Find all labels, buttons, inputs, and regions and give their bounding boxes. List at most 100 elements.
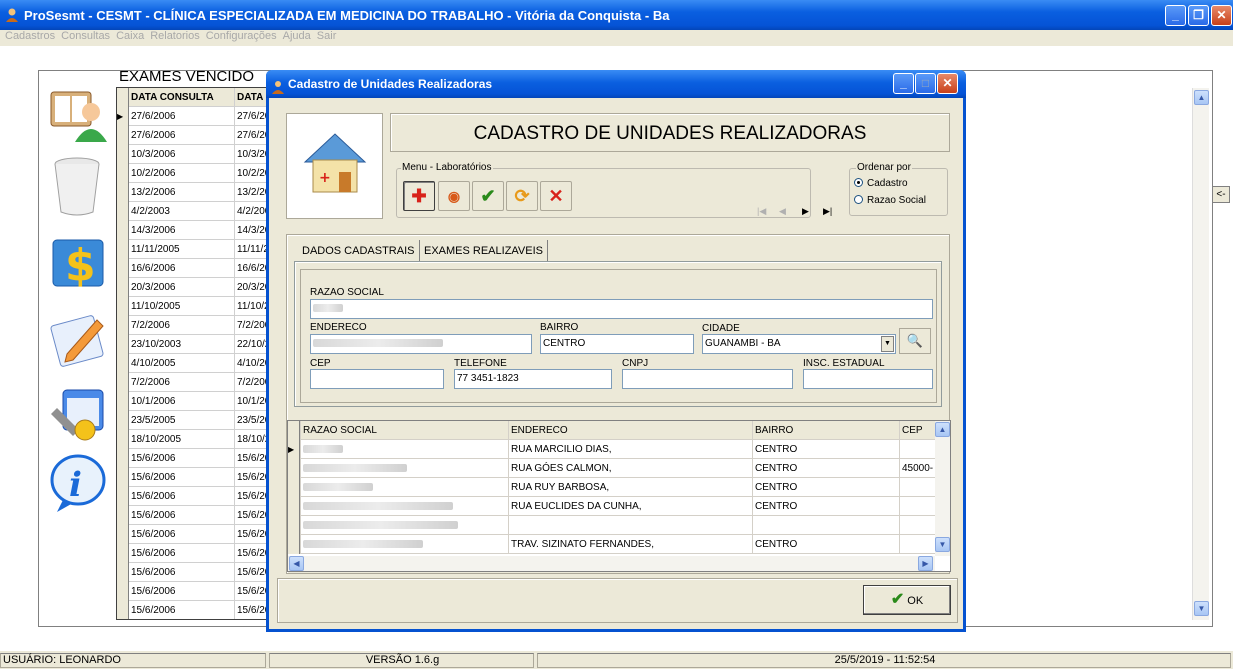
- exam-row[interactable]: 23/10/2003 22/10/2: [117, 335, 267, 354]
- exam-row[interactable]: 16/6/2006 16/6/20: [117, 259, 267, 278]
- exam-row[interactable]: 15/6/2006 15/6/20: [117, 525, 267, 544]
- exam-row[interactable]: ▶ 27/6/2006 27/6/20: [117, 107, 267, 126]
- exam-row[interactable]: 23/5/2005 23/5/20: [117, 411, 267, 430]
- dialog-close-button[interactable]: ✕: [937, 73, 958, 94]
- scroll-up-icon[interactable]: ▲: [1194, 90, 1209, 105]
- minimize-button[interactable]: _: [1165, 5, 1186, 26]
- menu-consultas[interactable]: Consultas: [61, 30, 110, 46]
- razao-social-input[interactable]: [310, 299, 933, 319]
- tab-dados-cadastrais[interactable]: DADOS CADASTRAIS: [298, 240, 418, 262]
- exam-row[interactable]: 4/2/2003 4/2/200: [117, 202, 267, 221]
- exam-row[interactable]: 18/10/2005 18/10/2: [117, 430, 267, 449]
- edit-button[interactable]: ◉: [438, 181, 470, 211]
- grid-scroll-right-icon[interactable]: ▶: [918, 556, 933, 571]
- exams-col-data-consulta[interactable]: DATA CONSULTA: [131, 92, 214, 103]
- exam-row[interactable]: 4/10/2005 4/10/20: [117, 354, 267, 373]
- dialog-maximize-button[interactable]: □: [915, 73, 936, 94]
- exam-row[interactable]: 11/10/2005 11/10/2: [117, 297, 267, 316]
- maximize-button[interactable]: ❐: [1188, 5, 1209, 26]
- back-button[interactable]: <-: [1212, 186, 1230, 203]
- exam-row[interactable]: 15/6/2006 15/6/20: [117, 582, 267, 601]
- exam-row[interactable]: 7/2/2006 7/2/200: [117, 316, 267, 335]
- grid-vertical-scrollbar[interactable]: ▲ ▼: [935, 421, 950, 556]
- lab-row[interactable]: TRAV. SIZINATO FERNANDES, CENTRO: [288, 535, 938, 554]
- ok-button[interactable]: ✔ OK: [863, 585, 951, 615]
- exam-row[interactable]: 10/2/2006 10/2/20: [117, 164, 267, 183]
- nav-prior-icon[interactable]: ◀: [779, 206, 786, 217]
- lab-row[interactable]: RUA EUCLIDES DA CUNHA, CENTRO: [288, 497, 938, 516]
- exam-row[interactable]: 7/2/2006 7/2/200: [117, 373, 267, 392]
- save-button[interactable]: ✔: [472, 181, 504, 211]
- telefone-input[interactable]: 77 3451-1823: [454, 369, 612, 389]
- delete-button[interactable]: ✕: [540, 181, 572, 211]
- trash-bin-icon[interactable]: [47, 156, 109, 218]
- menu-ajuda[interactable]: Ajuda: [283, 30, 311, 46]
- insc-estadual-input[interactable]: [803, 369, 933, 389]
- exam-row[interactable]: 15/6/2006 15/6/20: [117, 506, 267, 525]
- exam-data-consulta: 20/3/2006: [131, 282, 176, 293]
- nav-first-icon[interactable]: |◀: [757, 206, 766, 217]
- menu-cadastros[interactable]: Cadastros: [5, 30, 55, 46]
- lab-row[interactable]: RUA RUY BARBOSA, CENTRO: [288, 478, 938, 497]
- col-cep[interactable]: CEP: [899, 421, 939, 440]
- nav-last-icon[interactable]: ▶|: [823, 206, 832, 217]
- menu-caixa[interactable]: Caixa: [116, 30, 144, 46]
- col-razao-social[interactable]: RAZAO SOCIAL: [300, 421, 508, 440]
- exam-row[interactable]: 15/6/2006 15/6/20: [117, 487, 267, 506]
- laboratories-grid[interactable]: RAZAO SOCIAL ENDERECO BAIRRO CEP ▶ RUA MA…: [287, 420, 951, 572]
- lab-row[interactable]: ▶ RUA MARCILIO DIAS, CENTRO: [288, 440, 938, 459]
- search-cidade-button[interactable]: 🔍: [899, 328, 931, 354]
- menu-sair[interactable]: Sair: [317, 30, 337, 46]
- exam-row[interactable]: 15/6/2006 15/6/20: [117, 544, 267, 563]
- exams-grid[interactable]: DATA CONSULTA DATA ▶ 27/6/2006 27/6/20 27/6…: [116, 87, 268, 620]
- tab-exames-realizaveis[interactable]: EXAMES REALIZAVEIS: [419, 240, 549, 262]
- nav-next-icon[interactable]: ▶: [802, 206, 809, 217]
- order-razao-radio[interactable]: Razao Social: [854, 195, 926, 206]
- exam-row[interactable]: 10/1/2006 10/1/20: [117, 392, 267, 411]
- scroll-down-icon[interactable]: ▼: [1194, 601, 1209, 616]
- exam-row[interactable]: 11/11/2005 11/11/2: [117, 240, 267, 259]
- settings-tools-icon[interactable]: [47, 384, 109, 446]
- menu-relatorios[interactable]: Relatorios: [150, 30, 200, 46]
- add-button[interactable]: ✚: [403, 181, 435, 211]
- patient-record-icon[interactable]: [47, 82, 109, 144]
- bairro-input[interactable]: CENTRO: [540, 334, 694, 354]
- grid-scroll-left-icon[interactable]: ◀: [289, 556, 304, 571]
- cep-input[interactable]: [310, 369, 444, 389]
- cnpj-input[interactable]: [622, 369, 793, 389]
- exam-row[interactable]: 15/6/2006 15/6/20: [117, 601, 267, 619]
- cash-register-icon[interactable]: $: [47, 232, 109, 294]
- dropdown-arrow-icon[interactable]: ▼: [881, 336, 894, 352]
- exam-row[interactable]: 15/6/2006 15/6/20: [117, 449, 267, 468]
- exam-row[interactable]: 15/6/2006 15/6/20: [117, 468, 267, 487]
- dialog-minimize-button[interactable]: _: [893, 73, 914, 94]
- exam-row[interactable]: 27/6/2006 27/6/20: [117, 126, 267, 145]
- close-button[interactable]: ✕: [1211, 5, 1232, 26]
- col-bairro[interactable]: BAIRRO: [752, 421, 899, 440]
- grid-scroll-up-icon[interactable]: ▲: [935, 422, 950, 437]
- exam-row[interactable]: 15/6/2006 15/6/20: [117, 563, 267, 582]
- grid-scroll-down-icon[interactable]: ▼: [935, 537, 950, 552]
- order-cadastro-radio[interactable]: Cadastro: [854, 178, 908, 189]
- main-vertical-scrollbar[interactable]: ▲ ▼: [1192, 88, 1209, 620]
- col-endereco[interactable]: ENDERECO: [508, 421, 752, 440]
- info-icon[interactable]: i: [47, 452, 109, 514]
- lab-row[interactable]: [288, 516, 938, 535]
- exam-data: 23/5/20: [234, 411, 267, 430]
- report-pencil-icon[interactable]: [47, 308, 109, 370]
- exam-row[interactable]: 13/2/2006 13/2/20: [117, 183, 267, 202]
- exam-row[interactable]: 20/3/2006 20/3/20: [117, 278, 267, 297]
- exam-data: 15/6/20: [234, 487, 267, 506]
- lab-razao-social: [300, 459, 508, 478]
- menu-configuracoes[interactable]: Configurações: [206, 30, 277, 46]
- exam-row[interactable]: 14/3/2006 14/3/20: [117, 221, 267, 240]
- lab-row[interactable]: RUA GÓES CALMON, CENTRO 45000-: [288, 459, 938, 478]
- exams-col-data[interactable]: DATA: [234, 88, 263, 107]
- endereco-input[interactable]: [310, 334, 532, 354]
- cidade-select[interactable]: GUANAMBI - BA ▼: [702, 334, 896, 354]
- grid-horizontal-scrollbar[interactable]: ◀ ▶: [288, 556, 935, 571]
- exam-row[interactable]: 10/3/2006 10/3/20: [117, 145, 267, 164]
- exam-data-consulta: 15/6/2006: [131, 472, 176, 483]
- exam-data-consulta: 23/5/2005: [131, 415, 176, 426]
- refresh-button[interactable]: ⟳: [506, 181, 538, 211]
